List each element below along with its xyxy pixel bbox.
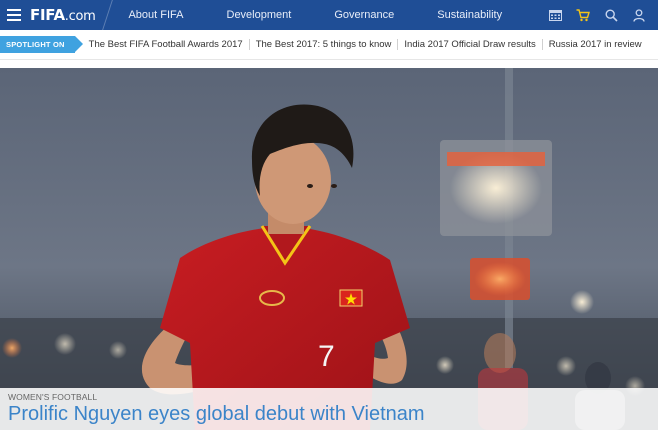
search-icon[interactable] bbox=[604, 8, 618, 22]
spotlight-link-best-awards[interactable]: The Best FIFA Football Awards 2017 bbox=[89, 39, 250, 50]
header-divider bbox=[102, 0, 114, 30]
nav-item-governance[interactable]: Governance bbox=[334, 9, 394, 21]
spotlight-bar: SPOTLIGHT ON The Best FIFA Football Awar… bbox=[0, 30, 658, 60]
story-category[interactable]: WOMEN'S FOOTBALL bbox=[8, 392, 97, 402]
fifa-logo[interactable]: FIFA.com bbox=[30, 6, 96, 24]
spotlight-links: The Best FIFA Football Awards 2017 The B… bbox=[89, 39, 648, 50]
spotlight-link-russia-2017-review[interactable]: Russia 2017 in review bbox=[543, 39, 648, 50]
header-icons bbox=[548, 0, 646, 30]
main-nav: About FIFA Development Governance Sustai… bbox=[128, 9, 502, 21]
nav-item-development[interactable]: Development bbox=[227, 9, 292, 21]
spotlight-link-best-2017-things[interactable]: The Best 2017: 5 things to know bbox=[250, 39, 399, 50]
menu-icon[interactable] bbox=[0, 0, 28, 30]
hero-photo: 7 bbox=[0, 68, 658, 430]
user-icon[interactable] bbox=[632, 8, 646, 22]
cart-icon[interactable] bbox=[576, 8, 590, 22]
top-navigation-bar: FIFA.com About FIFA Development Governan… bbox=[0, 0, 658, 30]
story-title[interactable]: Prolific Nguyen eyes global debut with V… bbox=[8, 403, 425, 426]
nav-item-about-fifa[interactable]: About FIFA bbox=[128, 9, 183, 21]
spotlight-link-india-2017-draw[interactable]: India 2017 Official Draw results bbox=[398, 39, 543, 50]
logo-suffix: .com bbox=[64, 9, 96, 24]
calendar-icon[interactable] bbox=[548, 8, 562, 22]
logo-main: FIFA bbox=[30, 6, 65, 24]
nav-item-sustainability[interactable]: Sustainability bbox=[437, 9, 502, 21]
shirt-number: 7 bbox=[318, 340, 335, 373]
hero-story[interactable]: 7 WOMEN'S FOOTBALL Prolific Nguyen eyes … bbox=[0, 68, 658, 430]
spotlight-badge: SPOTLIGHT ON bbox=[0, 36, 83, 53]
story-caption: WOMEN'S FOOTBALL Prolific Nguyen eyes gl… bbox=[0, 388, 658, 430]
